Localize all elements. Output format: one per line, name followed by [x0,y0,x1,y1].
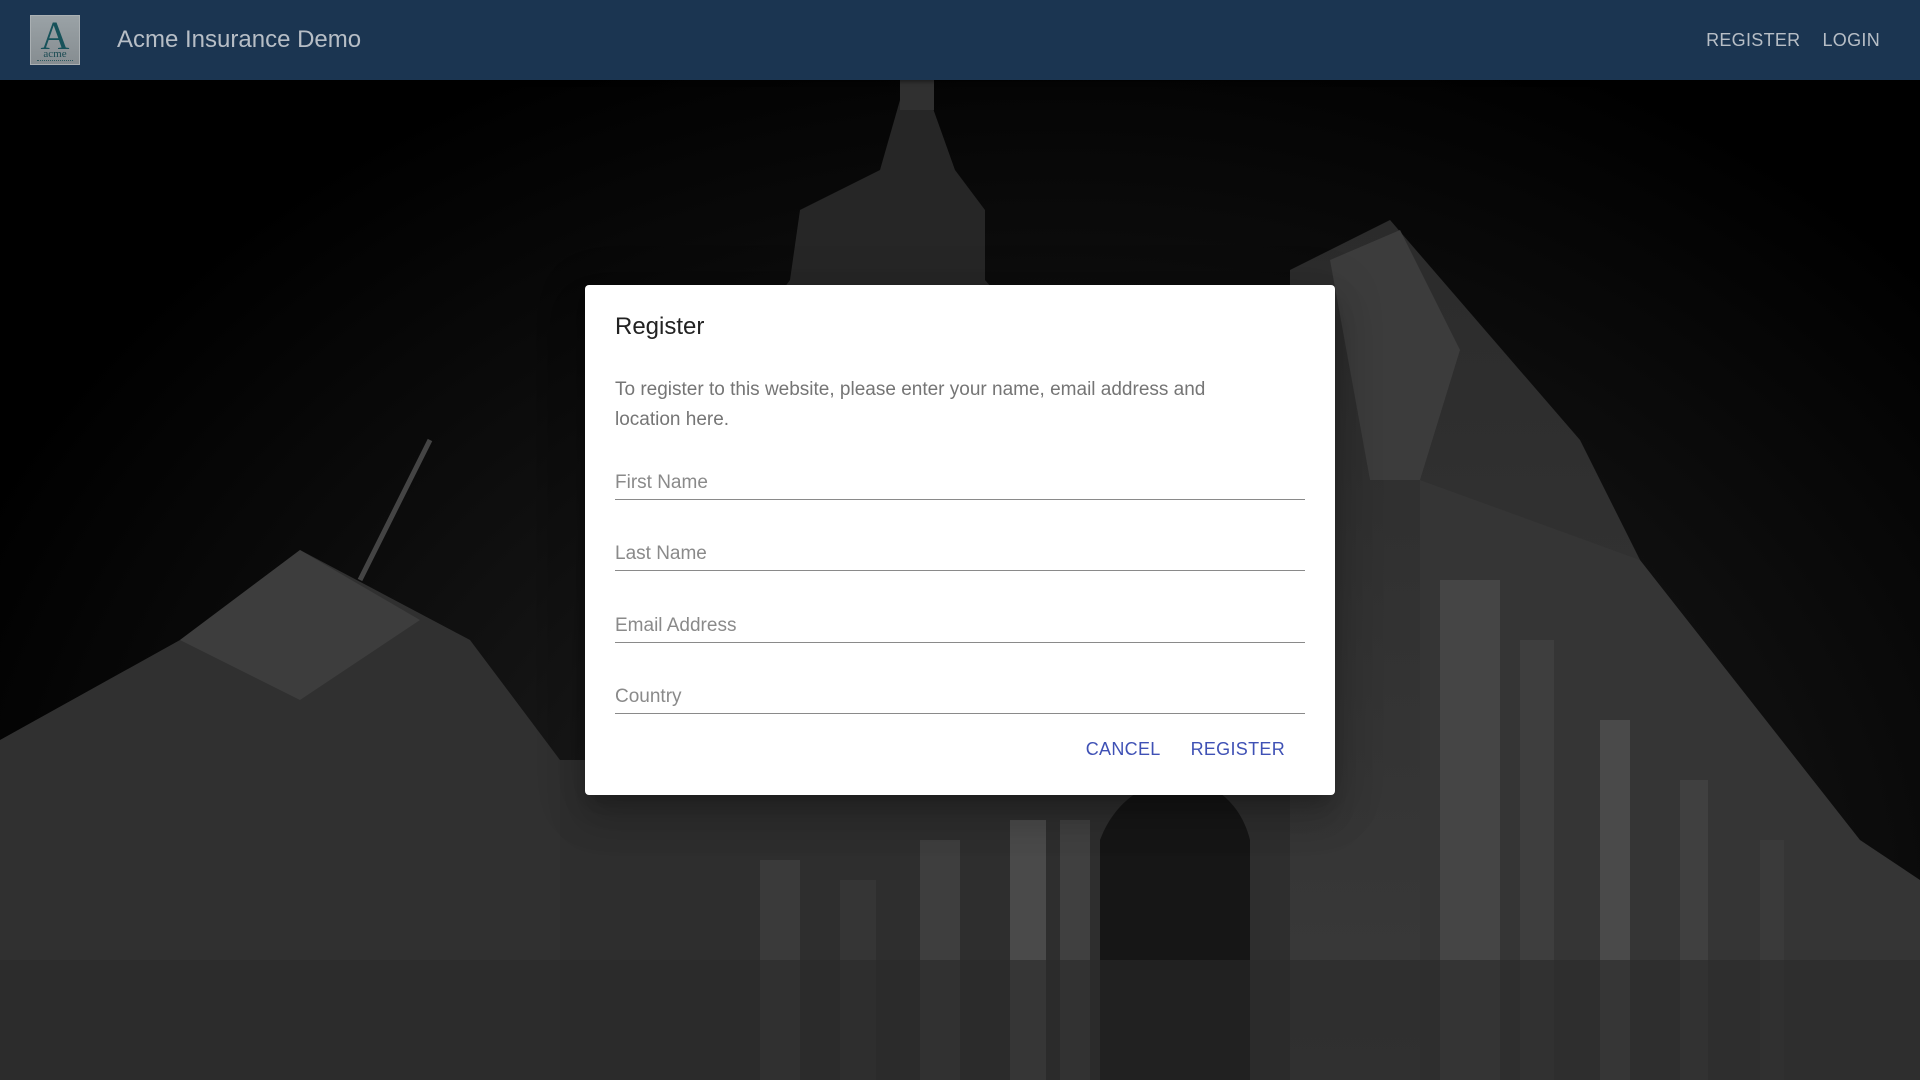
email-field[interactable] [615,603,1305,643]
last-name-input[interactable] [615,531,1305,570]
register-button[interactable]: REGISTER [1191,737,1285,761]
app-title: Acme Insurance Demo [117,26,362,53]
first-name-input[interactable] [615,460,1305,499]
last-name-field[interactable] [615,531,1305,571]
dialog-title: Register [615,313,705,340]
email-input[interactable] [615,603,1305,642]
app-bar: A acme Acme Insurance Demo REGISTER LOGI… [0,0,1920,80]
nav-login-link[interactable]: LOGIN [1822,26,1880,54]
acme-logo[interactable]: A acme [30,15,80,65]
register-dialog: Register To register to this website, pl… [585,285,1335,795]
country-field[interactable] [615,674,1305,714]
dialog-actions: CANCEL REGISTER [1086,737,1285,761]
logo-dots [37,60,73,62]
country-input[interactable] [615,674,1305,713]
top-nav: REGISTER LOGIN [1706,26,1880,54]
nav-register-link[interactable]: REGISTER [1706,26,1800,54]
first-name-field[interactable] [615,460,1305,500]
cancel-button[interactable]: CANCEL [1086,737,1161,761]
logo-word: acme [43,48,67,60]
dialog-description: To register to this website, please ente… [615,379,1206,430]
